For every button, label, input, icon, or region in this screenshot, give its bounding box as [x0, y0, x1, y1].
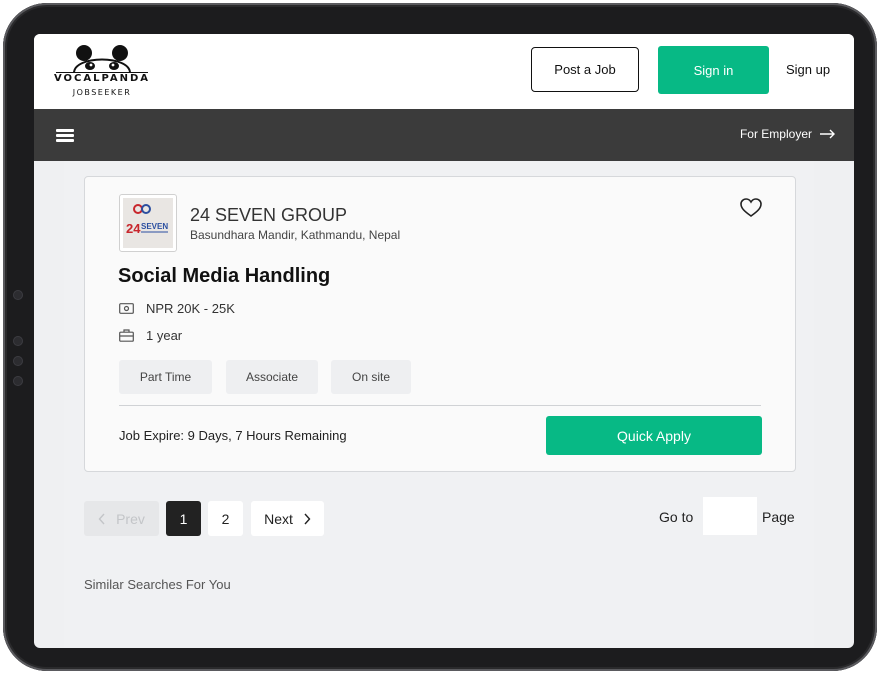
salary-row: NPR 20K - 25K — [119, 301, 235, 316]
arrow-right-icon — [820, 129, 835, 139]
post-job-button[interactable]: Post a Job — [531, 47, 639, 92]
similar-searches-heading: Similar Searches For You — [84, 577, 231, 592]
money-icon — [119, 303, 134, 314]
navbar: For Employer — [34, 109, 854, 161]
page-2-button[interactable]: 2 — [208, 501, 243, 536]
job-card[interactable]: 24 SEVEN 24 SEVEN GROUP Basundhara Mandi… — [84, 176, 796, 472]
experience: 1 year — [146, 328, 183, 343]
chevron-right-icon — [304, 513, 311, 524]
chevron-left-icon — [98, 513, 105, 524]
heart-icon[interactable] — [740, 198, 762, 218]
quick-apply-button[interactable]: Quick Apply — [546, 416, 762, 455]
device-camera-dot — [13, 290, 23, 300]
panda-icon — [72, 45, 132, 74]
svg-text:SEVEN: SEVEN — [141, 222, 168, 231]
logo-text: VOCALPANDA — [53, 73, 151, 84]
goto-page-input[interactable] — [703, 497, 757, 535]
page-label: Page — [762, 509, 795, 525]
device-side-button — [13, 336, 23, 346]
tag-location-type: On site — [331, 360, 411, 394]
next-page-button[interactable]: Next — [251, 501, 324, 536]
experience-row: 1 year — [119, 328, 182, 343]
header: VOCALPANDA JOBSEEKER Post a Job Sign in … — [34, 34, 854, 109]
job-title[interactable]: Social Media Handling — [118, 265, 330, 288]
prev-label: Prev — [116, 510, 145, 527]
company-location: Basundhara Mandir, Kathmandu, Nepal — [190, 228, 401, 242]
screen: VOCALPANDA JOBSEEKER Post a Job Sign in … — [34, 34, 854, 648]
device-side-button — [13, 376, 23, 386]
prev-page-button[interactable]: Prev — [84, 501, 159, 536]
briefcase-icon — [119, 329, 134, 342]
device-side-button — [13, 356, 23, 366]
next-label: Next — [264, 510, 293, 527]
sign-up-link[interactable]: Sign up — [786, 62, 830, 77]
for-employer-link[interactable]: For Employer — [740, 127, 836, 141]
sign-in-button[interactable]: Sign in — [658, 46, 769, 94]
for-employer-label: For Employer — [739, 127, 812, 141]
tablet-frame: VOCALPANDA JOBSEEKER Post a Job Sign in … — [3, 3, 877, 671]
company-logo: 24 SEVEN — [119, 194, 177, 252]
logo-subtitle: JOBSEEKER — [72, 88, 132, 97]
company-name[interactable]: 24 SEVEN GROUP — [190, 205, 347, 226]
tag-job-type: Part Time — [119, 360, 212, 394]
salary: NPR 20K - 25K — [146, 301, 235, 316]
hamburger-menu-icon[interactable] — [56, 129, 74, 142]
tag-level: Associate — [226, 360, 318, 394]
vocalpanda-logo[interactable]: VOCALPANDA JOBSEEKER — [52, 41, 152, 101]
svg-text:24: 24 — [126, 221, 141, 236]
goto-label: Go to — [659, 509, 694, 525]
card-divider — [119, 405, 761, 406]
job-expiry: Job Expire: 9 Days, 7 Hours Remaining — [119, 428, 347, 443]
page-1-button[interactable]: 1 — [166, 501, 201, 536]
